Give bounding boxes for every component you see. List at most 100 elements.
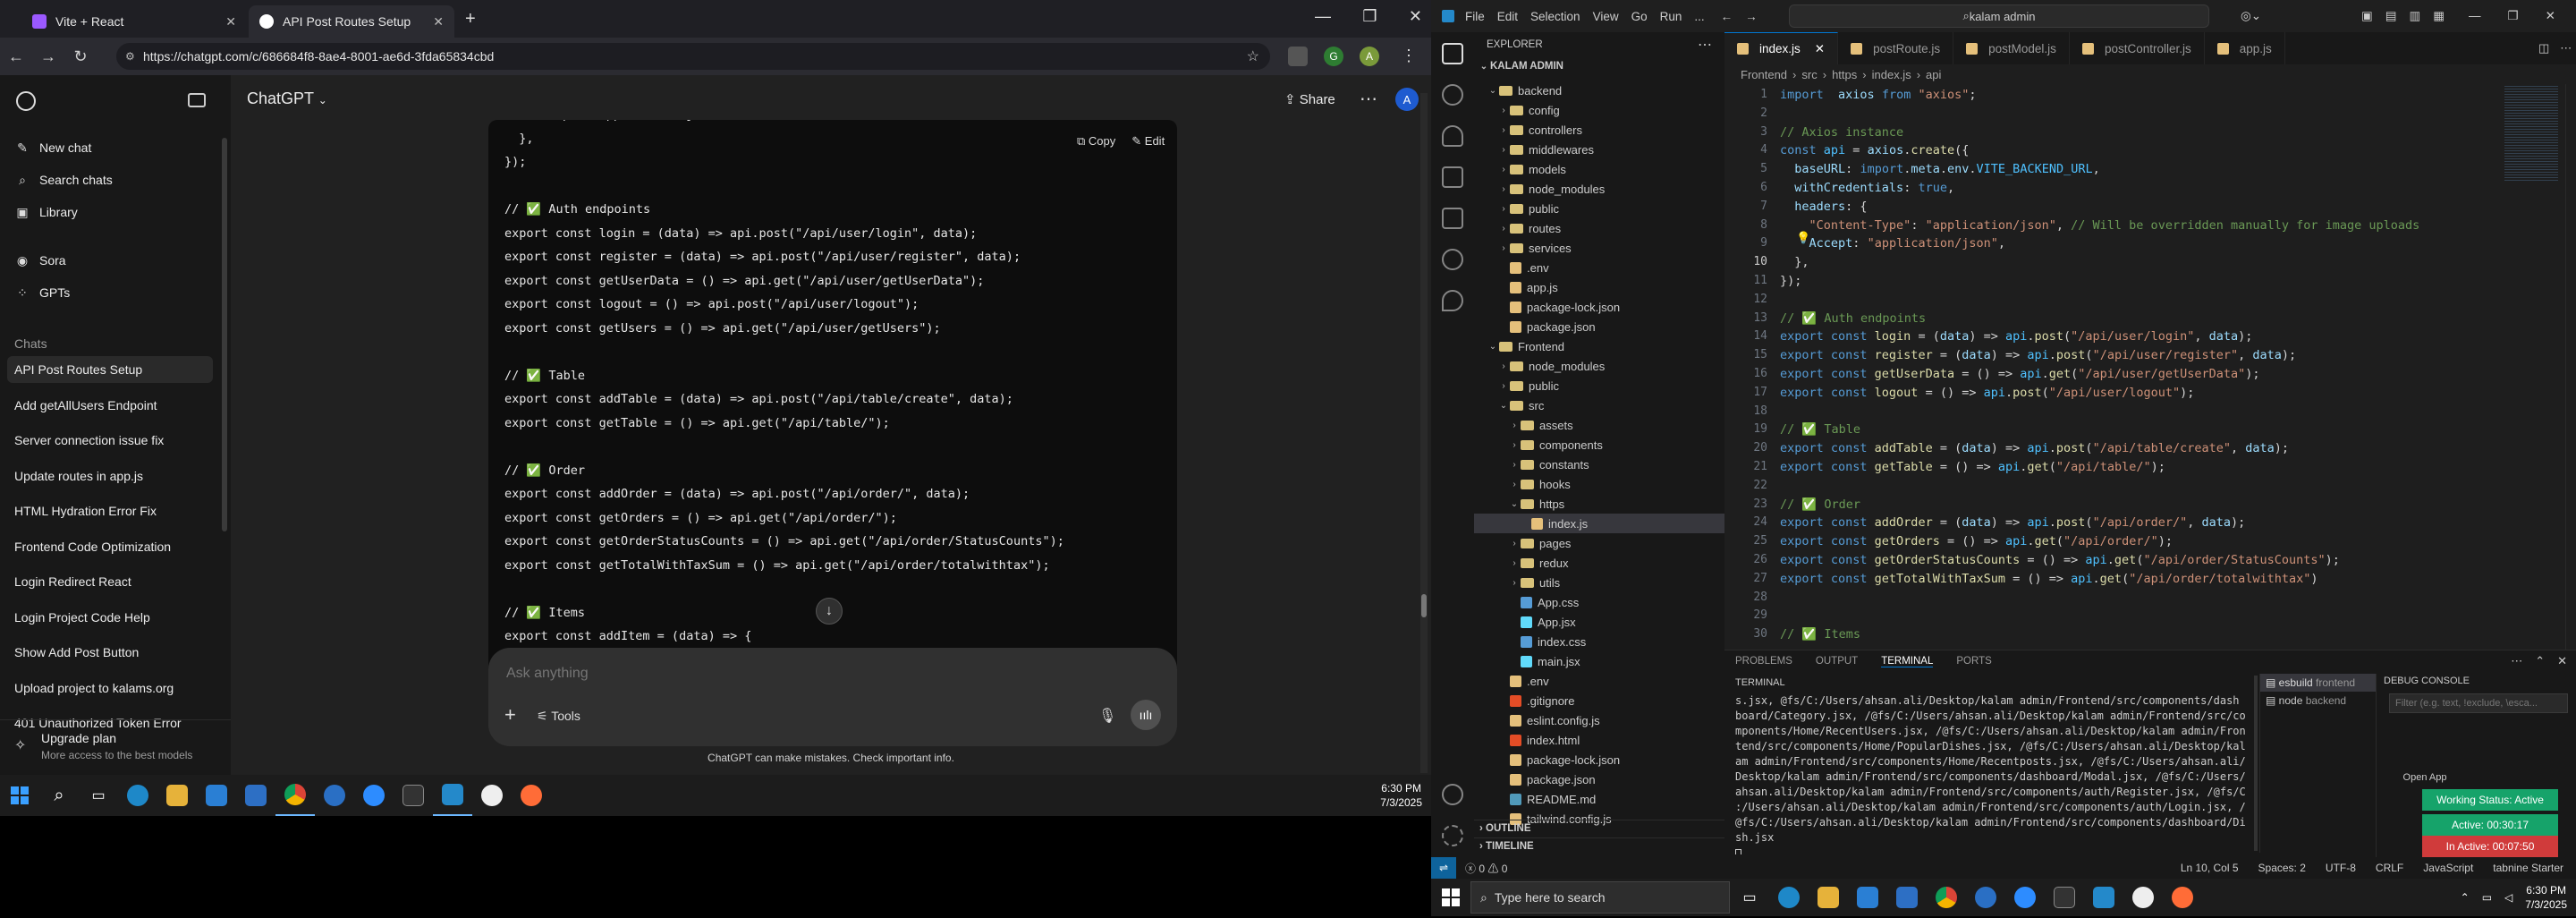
store-icon[interactable] bbox=[197, 775, 236, 816]
taskbar-search[interactable]: ⌕ Type here to search bbox=[1470, 881, 1730, 914]
main-scrollbar-thumb[interactable] bbox=[1421, 594, 1427, 617]
file-item[interactable]: main.jsx bbox=[1474, 651, 1724, 671]
file-item[interactable]: index.css bbox=[1474, 632, 1724, 651]
menu-item[interactable]: Selection bbox=[1530, 10, 1580, 23]
nav-back-icon[interactable]: ← bbox=[1721, 10, 1733, 23]
close-window-icon[interactable]: ✕ bbox=[1409, 7, 1422, 26]
cursor-position[interactable]: Ln 10, Col 5 bbox=[2181, 862, 2239, 874]
clock-date[interactable]: 7/3/2025 bbox=[2525, 897, 2567, 912]
task-view-icon[interactable]: ▭ bbox=[1730, 877, 1769, 918]
panel-tab[interactable]: PORTS bbox=[1956, 656, 1991, 667]
panel-tab[interactable]: PROBLEMS bbox=[1735, 656, 1792, 667]
volume-icon[interactable]: ◁ bbox=[2504, 891, 2512, 904]
file-item[interactable]: package.json bbox=[1474, 769, 1724, 789]
folder-item[interactable]: › models bbox=[1474, 159, 1724, 179]
folder-item[interactable]: ⌄ backend bbox=[1474, 81, 1724, 100]
new-tab-icon[interactable]: + bbox=[465, 9, 476, 30]
terminal-item-esbuild[interactable]: ▤ esbuild frontend bbox=[2260, 674, 2376, 692]
back-icon[interactable]: ← bbox=[0, 47, 32, 66]
file-item[interactable]: eslint.config.js bbox=[1474, 710, 1724, 730]
more-options-icon[interactable]: ⋯ bbox=[1360, 88, 1377, 110]
sidebar-scrollbar[interactable] bbox=[222, 138, 227, 531]
chat-item[interactable]: API Post Routes Setup bbox=[7, 356, 213, 383]
mongodb-icon[interactable] bbox=[1442, 290, 1463, 311]
file-explorer-icon[interactable] bbox=[1809, 877, 1848, 918]
file-item[interactable]: package.json bbox=[1474, 317, 1724, 336]
folder-item[interactable]: › assets bbox=[1474, 415, 1724, 435]
lightbulb-icon[interactable]: 💡 bbox=[1796, 231, 1810, 245]
file-item[interactable]: app.js bbox=[1474, 277, 1724, 297]
extensions-icon[interactable] bbox=[1442, 208, 1463, 229]
chrome-menu-icon[interactable]: ⋮ bbox=[1401, 47, 1417, 65]
folder-item[interactable]: › pages bbox=[1474, 533, 1724, 553]
editor-tab[interactable]: index.js ✕ bbox=[1724, 32, 1839, 64]
edge-icon[interactable] bbox=[118, 775, 157, 816]
tools-button[interactable]: ⚟ Tools bbox=[537, 709, 580, 724]
mail-icon[interactable] bbox=[236, 775, 275, 816]
clock-time[interactable]: 6:30 PM bbox=[1380, 781, 1422, 795]
split-editor-icon[interactable]: ◫ bbox=[2538, 41, 2549, 55]
chat-item[interactable]: Update routes in app.js bbox=[7, 463, 213, 489]
edge-icon[interactable] bbox=[1769, 877, 1809, 918]
breadcrumb-item[interactable]: src bbox=[1801, 68, 1817, 81]
clock-time[interactable]: 6:30 PM bbox=[2525, 883, 2567, 897]
problems-indicator[interactable]: ⓧ 0 ⚠ 0 bbox=[1465, 861, 1507, 876]
file-item[interactable]: .env bbox=[1474, 671, 1724, 691]
sidebar-library[interactable]: ▣ Library bbox=[7, 199, 213, 225]
microphone-icon[interactable]: 🎙 bbox=[1098, 707, 1116, 725]
mail-icon[interactable] bbox=[1887, 877, 1927, 918]
toggle-panel-icon[interactable]: ▥ bbox=[2410, 9, 2421, 23]
command-center-search[interactable]: ⌕ kalam admin bbox=[1789, 4, 2209, 28]
file-item[interactable]: App.jsx bbox=[1474, 612, 1724, 632]
start-icon[interactable] bbox=[0, 775, 39, 816]
model-selector[interactable]: ChatGPT ⌄ bbox=[247, 89, 327, 108]
chat-item[interactable]: Server connection issue fix bbox=[7, 427, 213, 454]
tabnine-status[interactable]: tabnine Starter bbox=[2493, 862, 2563, 874]
voice-mode-icon[interactable]: ıılı bbox=[1131, 700, 1161, 730]
folder-item[interactable]: › constants bbox=[1474, 455, 1724, 474]
chat-item[interactable]: Show Add Post Button bbox=[7, 639, 213, 666]
menu-item[interactable]: ... bbox=[1694, 10, 1704, 23]
start-icon[interactable] bbox=[1431, 877, 1470, 918]
tab-api-post-routes[interactable]: API Post Routes Setup ✕ bbox=[249, 5, 454, 38]
breadcrumb-item[interactable]: Frontend bbox=[1741, 68, 1787, 81]
settings-gear-icon[interactable] bbox=[1442, 825, 1463, 846]
file-item[interactable]: .gitignore bbox=[1474, 691, 1724, 710]
vscode-icon[interactable] bbox=[2084, 877, 2123, 918]
breadcrumb-item[interactable]: index.js bbox=[1872, 68, 1911, 81]
menu-item[interactable]: Run bbox=[1660, 10, 1682, 23]
account-icon[interactable] bbox=[1442, 784, 1463, 805]
network-icon[interactable]: ▭ bbox=[2482, 891, 2492, 904]
folder-item[interactable]: ⌄ Frontend bbox=[1474, 336, 1724, 356]
indentation[interactable]: Spaces: 2 bbox=[2258, 862, 2306, 874]
bookmark-star-icon[interactable]: ☆ bbox=[1247, 47, 1259, 65]
maximize-panel-icon[interactable]: ⌃ bbox=[2535, 654, 2545, 668]
file-item[interactable]: .env bbox=[1474, 258, 1724, 277]
github-desktop-icon[interactable] bbox=[472, 775, 512, 816]
tab-vite-react[interactable]: Vite + React ✕ bbox=[21, 5, 247, 38]
zoom-icon[interactable] bbox=[354, 775, 394, 816]
editor-more-icon[interactable]: ⋯ bbox=[2560, 41, 2572, 55]
upgrade-plan[interactable]: ✧ Upgrade plan More access to the best m… bbox=[0, 719, 231, 775]
line-endings[interactable]: CRLF bbox=[2376, 862, 2403, 874]
close-tab-icon[interactable]: ✕ bbox=[433, 14, 444, 30]
menu-item[interactable]: View bbox=[1593, 10, 1619, 23]
copy-code-button[interactable]: ⧉ Copy bbox=[1077, 134, 1115, 149]
close-panel-icon[interactable]: ✕ bbox=[2557, 654, 2567, 668]
chat-item[interactable]: HTML Hydration Error Fix bbox=[7, 497, 213, 524]
folder-item[interactable]: › public bbox=[1474, 199, 1724, 218]
code-editor[interactable]: 1 import axios from "axios"; 2 3// Axios in… bbox=[1724, 84, 2494, 650]
maximize-icon[interactable]: ❐ bbox=[1362, 7, 1377, 26]
copilot-icon[interactable]: ◎⌄ bbox=[2241, 9, 2261, 23]
edit-code-button[interactable]: ✎ Edit bbox=[1131, 134, 1165, 149]
debug-filter-input[interactable] bbox=[2389, 693, 2568, 713]
file-item[interactable]: package-lock.json bbox=[1474, 750, 1724, 769]
editor-tab[interactable]: app.js bbox=[2205, 32, 2285, 64]
panel-tab[interactable]: TERMINAL bbox=[1881, 656, 1934, 667]
layout-icon[interactable]: ▣ bbox=[2361, 9, 2373, 23]
menu-item[interactable]: Edit bbox=[1497, 10, 1518, 23]
minimap[interactable] bbox=[2504, 84, 2558, 183]
source-control-icon[interactable] bbox=[1442, 125, 1463, 147]
panel-more-icon[interactable]: ⋯ bbox=[2511, 654, 2522, 668]
github-desktop-icon[interactable] bbox=[2123, 877, 2163, 918]
